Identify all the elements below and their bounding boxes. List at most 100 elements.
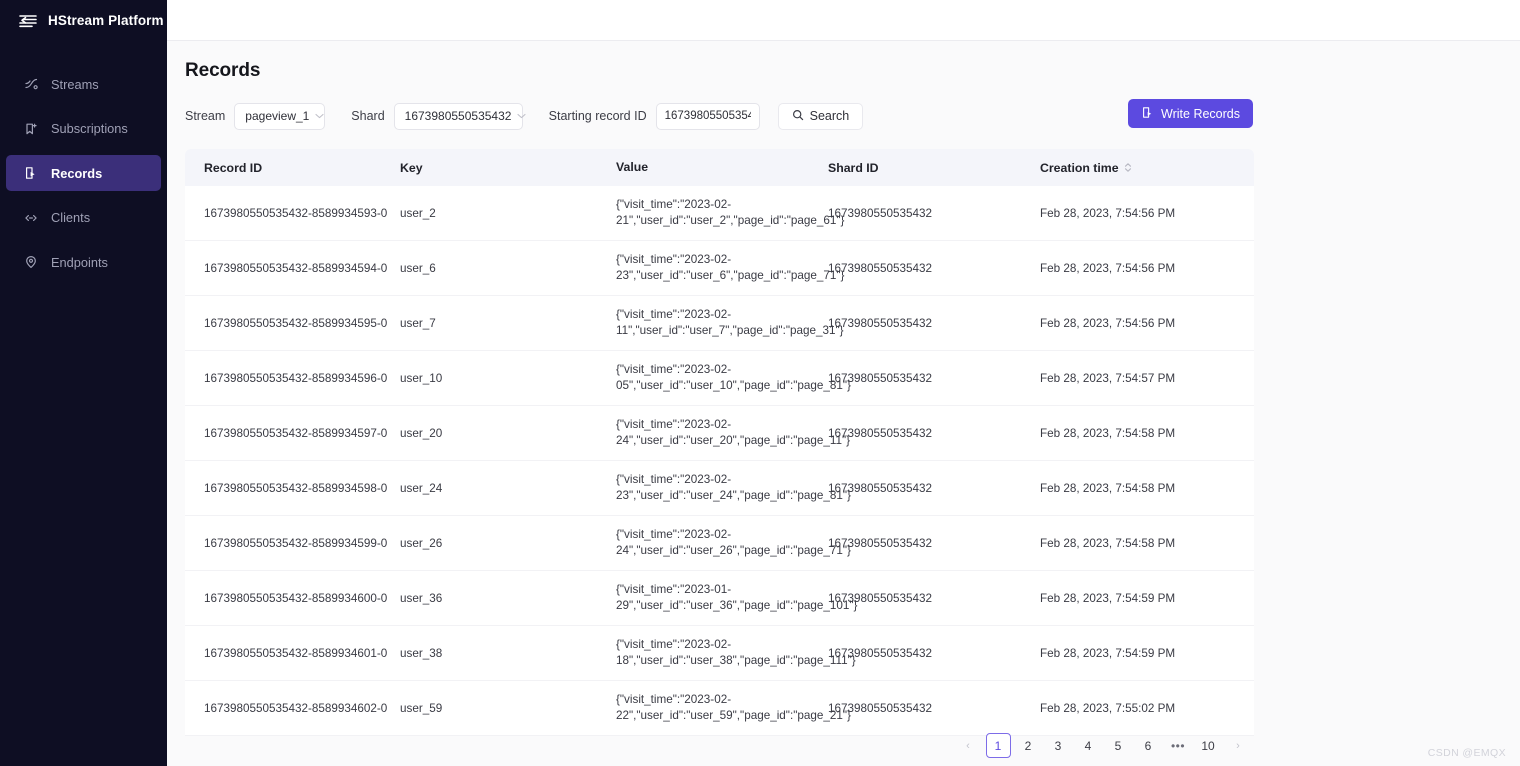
cell-shard-id: 1673980550535432 — [828, 647, 1040, 660]
table-body: 1673980550535432-8589934593-0user_2 {"vis… — [185, 186, 1254, 736]
records-icon — [24, 166, 38, 180]
sidebar-item-label: Streams — [51, 77, 99, 92]
table-row[interactable]: 1673980550535432-8589934594-0user_6{"vis… — [185, 241, 1254, 296]
table-row[interactable]: 1673980550535432-8589934602-0user_59{"vi… — [185, 681, 1254, 736]
table-row[interactable]: 1673980550535432-8589934599-0user_26{"vi… — [185, 516, 1254, 571]
sidebar-item-label: Endpoints — [51, 255, 108, 270]
cell-record-id: 1673980550535432-8589934598-0 — [185, 482, 400, 495]
cell-shard-id: 1673980550535432 — [828, 427, 1040, 440]
sidebar-item-label: Clients — [51, 210, 90, 225]
table-header-row: Record ID Key Value Shard ID Creation ti… — [185, 149, 1254, 186]
cell-key: user_10 — [400, 372, 616, 385]
cell-key: user_6 — [400, 262, 616, 275]
table-row[interactable]: 1673980550535432-8589934598-0user_24{"vi… — [185, 461, 1254, 516]
cell-value: {"visit_time":"2023-02-24","user_id":"us… — [616, 527, 828, 559]
cell-shard-id: 1673980550535432 — [828, 482, 1040, 495]
cell-record-id: 1673980550535432-8589934600-0 — [185, 592, 400, 605]
column-header-value[interactable]: Value — [616, 159, 828, 176]
sidebar-item-subscriptions[interactable]: Subscriptions — [6, 111, 161, 147]
page-title: Records — [185, 60, 1520, 82]
cell-key: user_36 — [400, 592, 616, 605]
topbar — [167, 0, 1520, 41]
cell-creation-time: Feb 28, 2023, 7:54:57 PM — [1040, 372, 1235, 385]
cell-shard-id: 1673980550535432 — [828, 592, 1040, 605]
stream-select[interactable]: pageview_1 — [234, 103, 325, 130]
cell-value: {"visit_time":"2023-02-24","user_id":"us… — [616, 417, 828, 449]
sidebar-nav: Streams Subscriptions — [0, 66, 167, 289]
cell-value: {"visit_time":"2023-02-18","user_id":"us… — [616, 637, 828, 669]
shard-label: Shard — [351, 109, 384, 123]
cell-value: {"visit_time":"2023-01-29","user_id":"us… — [616, 582, 828, 614]
starting-record-id-input[interactable] — [656, 103, 760, 130]
sidebar-item-records[interactable]: Records — [6, 155, 161, 191]
cell-record-id: 1673980550535432-8589934595-0 — [185, 317, 400, 330]
cell-record-id: 1673980550535432-8589934602-0 — [185, 702, 400, 715]
cell-creation-time: Feb 28, 2023, 7:54:56 PM — [1040, 262, 1235, 275]
stream-select-value: pageview_1 — [245, 109, 309, 123]
pagination-page-10[interactable]: 10 — [1196, 733, 1221, 758]
write-records-icon — [1141, 106, 1154, 122]
sidebar-item-label: Subscriptions — [51, 121, 128, 136]
cell-creation-time: Feb 28, 2023, 7:54:58 PM — [1040, 537, 1235, 550]
column-header-creation-time-label: Creation time — [1040, 161, 1119, 175]
subscriptions-icon — [24, 122, 38, 136]
table-row[interactable]: 1673980550535432-8589934597-0user_20{"vi… — [185, 406, 1254, 461]
shard-select[interactable]: 1673980550535432 — [394, 103, 523, 130]
cell-record-id: 1673980550535432-8589934593-0 — [185, 207, 400, 220]
write-records-label: Write Records — [1161, 107, 1240, 121]
table-row[interactable]: 1673980550535432-8589934596-0user_10{"vi… — [185, 351, 1254, 406]
column-header-key[interactable]: Key — [400, 161, 616, 175]
cell-creation-time: Feb 28, 2023, 7:54:56 PM — [1040, 317, 1235, 330]
pagination-prev[interactable]: ‹ — [956, 733, 981, 758]
table-row[interactable]: 1673980550535432-8589934595-0user_7{"vis… — [185, 296, 1254, 351]
cell-value: {"visit_time":"2023-02-11","user_id":"us… — [616, 307, 828, 339]
cell-key: user_24 — [400, 482, 616, 495]
column-header-shard-id[interactable]: Shard ID — [828, 161, 1040, 175]
clients-icon — [24, 211, 38, 225]
chevron-down-icon — [517, 112, 526, 121]
cell-shard-id: 1673980550535432 — [828, 262, 1040, 275]
cell-creation-time: Feb 28, 2023, 7:55:02 PM — [1040, 702, 1235, 715]
cell-creation-time: Feb 28, 2023, 7:54:56 PM — [1040, 207, 1235, 220]
cell-value: {"visit_time":"2023-02-05","user_id":"us… — [616, 362, 828, 394]
pagination-pages: 123456•••10 — [983, 733, 1223, 758]
pagination-next[interactable]: › — [1226, 733, 1251, 758]
table-row[interactable]: 1673980550535432-8589934601-0user_38{"vi… — [185, 626, 1254, 681]
cell-value: {"visit_time":"2023-02-22","user_id":"us… — [616, 692, 828, 724]
records-page: Records Stream pageview_1 Shard 16739805… — [167, 41, 1520, 766]
pagination-page-6[interactable]: 6 — [1136, 733, 1161, 758]
cell-key: user_2 — [400, 207, 616, 220]
cell-shard-id: 1673980550535432 — [828, 207, 1040, 220]
endpoints-icon — [24, 255, 38, 269]
pagination-page-4[interactable]: 4 — [1076, 733, 1101, 758]
sidebar: HStream Platform Streams — [0, 0, 167, 766]
pagination-ellipsis: ••• — [1166, 733, 1191, 758]
app-root: HStream Platform Streams — [0, 0, 1520, 766]
cell-creation-time: Feb 28, 2023, 7:54:58 PM — [1040, 427, 1235, 440]
sidebar-item-clients[interactable]: Clients — [6, 200, 161, 236]
table-row[interactable]: 1673980550535432-8589934593-0user_2{"vis… — [185, 186, 1254, 241]
search-button[interactable]: Search — [778, 103, 864, 130]
records-table: Record ID Key Value Shard ID Creation ti… — [185, 149, 1254, 736]
pagination-page-5[interactable]: 5 — [1106, 733, 1131, 758]
records-toolbar: Stream pageview_1 Shard 1673980550535432 — [185, 101, 1520, 131]
cell-value: {"visit_time":"2023-02-23","user_id":"us… — [616, 252, 828, 284]
pagination-page-2[interactable]: 2 — [1016, 733, 1041, 758]
sort-icon[interactable] — [1124, 162, 1132, 173]
table-row[interactable]: 1673980550535432-8589934600-0user_36{"vi… — [185, 571, 1254, 626]
write-records-button[interactable]: Write Records — [1128, 99, 1253, 128]
main-content: Records Stream pageview_1 Shard 16739805… — [167, 0, 1520, 766]
search-button-label: Search — [810, 109, 850, 123]
shard-select-value: 1673980550535432 — [405, 109, 512, 123]
hstream-logo-icon — [17, 13, 39, 29]
sidebar-item-endpoints[interactable]: Endpoints — [6, 244, 161, 280]
column-header-creation-time[interactable]: Creation time — [1040, 161, 1235, 175]
brand[interactable]: HStream Platform — [0, 0, 167, 41]
column-header-record-id[interactable]: Record ID — [185, 161, 400, 175]
pagination: ‹ 123456•••10 › — [953, 733, 1253, 758]
cell-key: user_20 — [400, 427, 616, 440]
pagination-page-3[interactable]: 3 — [1046, 733, 1071, 758]
sidebar-item-streams[interactable]: Streams — [6, 66, 161, 102]
cell-creation-time: Feb 28, 2023, 7:54:58 PM — [1040, 482, 1235, 495]
pagination-page-1[interactable]: 1 — [986, 733, 1011, 758]
